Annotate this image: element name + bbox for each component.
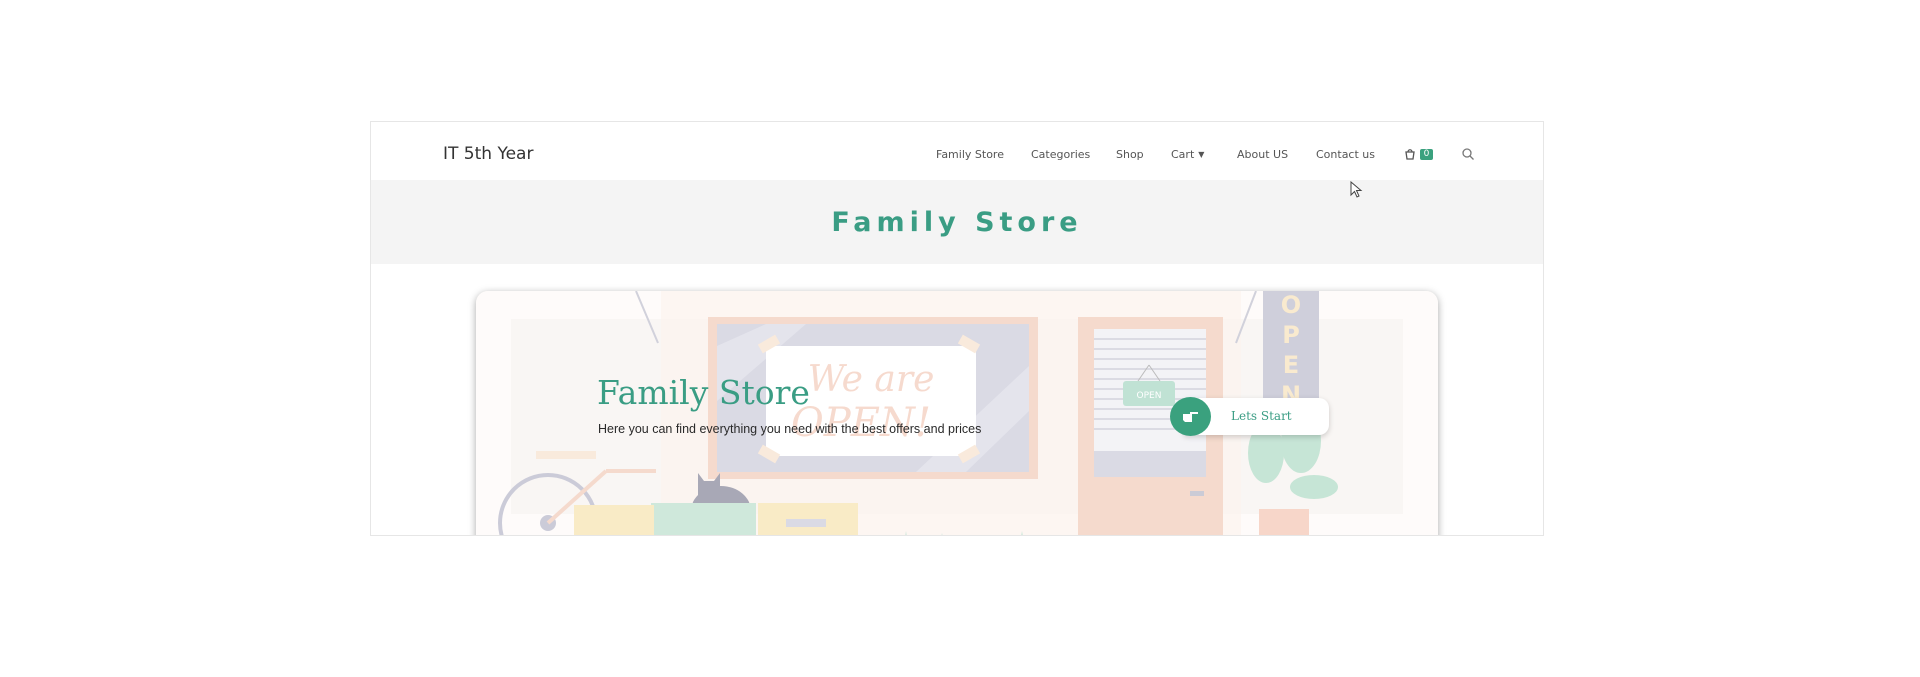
hero-title: Family Store bbox=[597, 373, 810, 412]
nav-item-categories[interactable]: Categories bbox=[1031, 148, 1090, 161]
nav-item-about-us[interactable]: About US bbox=[1237, 148, 1288, 161]
main-nav: Family Store Categories Shop Cart ▼ About… bbox=[371, 148, 1543, 162]
pointing-hand-icon bbox=[1170, 397, 1211, 436]
nav-item-shop[interactable]: Shop bbox=[1116, 148, 1144, 161]
browser-page: IT 5th Year Family Store Categories Shop… bbox=[370, 121, 1544, 536]
cart-count-badge: 0 bbox=[1420, 149, 1433, 160]
page-title-band: Family Store bbox=[371, 180, 1543, 264]
cart-icon[interactable] bbox=[1403, 147, 1417, 161]
mouse-cursor-icon bbox=[1350, 181, 1363, 198]
nav-item-family-store[interactable]: Family Store bbox=[936, 148, 1004, 161]
lets-start-label: Lets Start bbox=[1231, 409, 1292, 423]
hero-subtitle: Here you can find everything you need wi… bbox=[598, 422, 982, 436]
hero-banner: We are OPEN! OPEN O P E N Family Store H… bbox=[476, 291, 1438, 535]
site-header: IT 5th Year Family Store Categories Shop… bbox=[371, 122, 1543, 180]
page-title: Family Store bbox=[831, 207, 1083, 238]
nav-item-cart-label: Cart bbox=[1171, 148, 1195, 161]
chevron-down-icon: ▼ bbox=[1198, 150, 1205, 159]
lets-start-button[interactable]: Lets Start bbox=[1170, 397, 1329, 436]
nav-item-contact-us[interactable]: Contact us bbox=[1316, 148, 1375, 161]
nav-item-cart[interactable]: Cart ▼ bbox=[1171, 148, 1204, 161]
search-icon[interactable] bbox=[1461, 147, 1475, 161]
